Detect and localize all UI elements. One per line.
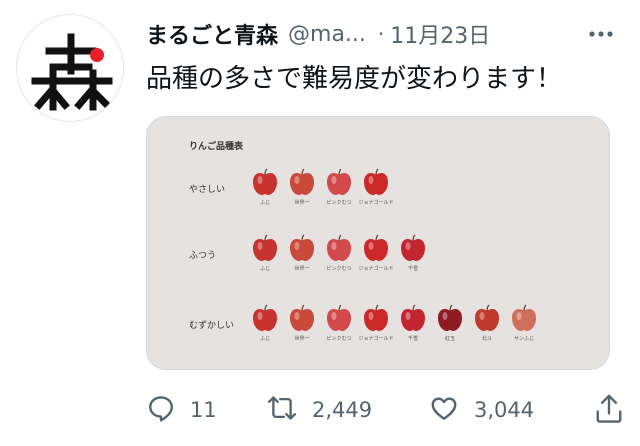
reply-icon bbox=[146, 393, 176, 427]
reply-button[interactable]: 11 bbox=[146, 392, 217, 428]
apple-item: サンふじ bbox=[502, 303, 546, 342]
share-icon[interactable] bbox=[594, 392, 624, 430]
like-button[interactable]: 3,044 bbox=[428, 392, 534, 428]
retweet-count: 2,449 bbox=[312, 398, 373, 422]
like-icon bbox=[428, 393, 460, 427]
apple-item: 千雪 bbox=[391, 233, 435, 272]
apple-variety-label: ジョナゴールド bbox=[358, 200, 394, 206]
apple-icon bbox=[364, 304, 388, 331]
apple-variety-label: サンふじ bbox=[513, 336, 534, 342]
reply-count: 11 bbox=[190, 398, 217, 422]
apple-icon bbox=[364, 168, 388, 195]
apple-icon bbox=[438, 304, 462, 331]
image-title: りんご品種表 bbox=[189, 142, 244, 152]
tweet-text: 品種の多さで難易度が変わります！ bbox=[146, 64, 563, 94]
user-handle[interactable]: @ma... bbox=[288, 22, 366, 47]
apple-icon bbox=[290, 168, 314, 195]
apple-icon bbox=[253, 168, 277, 195]
avatar-logo bbox=[31, 33, 113, 111]
display-name[interactable]: まるごと青森 bbox=[146, 18, 278, 50]
apple-icon bbox=[253, 304, 277, 331]
apple-icon bbox=[327, 304, 351, 331]
apple-icon bbox=[290, 304, 314, 331]
tweet-image[interactable]: りんご品種表 やさしい ふじ 世界一 ピンクむつ ジョナゴールド ふつう ふじ 世界一 ピンクむ… bbox=[146, 116, 610, 370]
apple-icon bbox=[364, 234, 388, 261]
apple-icon bbox=[475, 304, 499, 331]
apple-item: ジョナゴールド bbox=[354, 167, 398, 206]
apple-icon bbox=[401, 304, 425, 331]
more-icon[interactable] bbox=[588, 22, 614, 42]
retweet-button[interactable]: 2,449 bbox=[266, 392, 372, 428]
difficulty-label: むずかしい bbox=[189, 321, 235, 331]
difficulty-label: ふつう bbox=[189, 251, 217, 261]
apple-icon bbox=[512, 304, 536, 331]
difficulty-label: やさしい bbox=[189, 185, 226, 195]
separator-dot: · bbox=[377, 22, 385, 46]
like-count: 3,044 bbox=[474, 398, 535, 422]
tweet-date[interactable]: 11月23日 bbox=[390, 18, 490, 50]
apple-icon bbox=[253, 234, 277, 261]
apple-variety-label: 千雪 bbox=[407, 266, 418, 272]
action-bar: 11 2,449 3,044 bbox=[146, 392, 624, 428]
avatar[interactable] bbox=[16, 14, 124, 122]
apple-icon bbox=[327, 234, 351, 261]
tweet-header: まるごと青森 @ma... · 11月23日 bbox=[146, 16, 624, 52]
apple-icon bbox=[327, 168, 351, 195]
apple-icon bbox=[401, 234, 425, 261]
apple-icon bbox=[290, 234, 314, 261]
retweet-icon bbox=[266, 393, 298, 427]
